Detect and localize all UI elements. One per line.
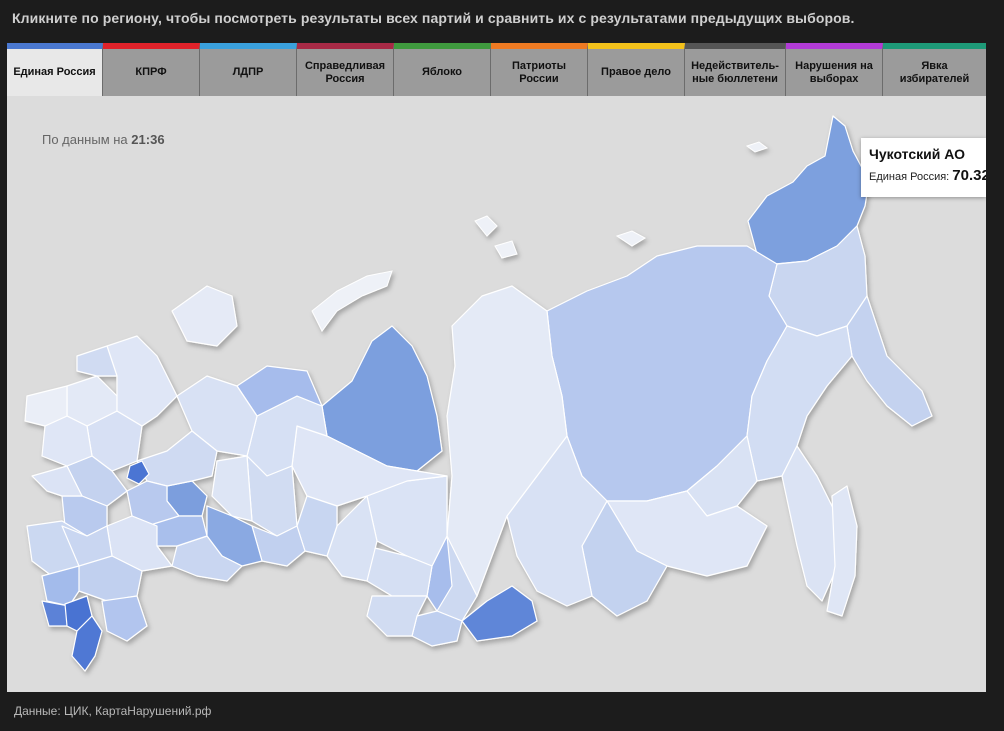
- data-timestamp: По данным на 21:36: [42, 132, 165, 147]
- island-novosibirsk[interactable]: [615, 230, 647, 247]
- tab-label: Явка избирателей: [899, 59, 970, 85]
- tab-label: Справедливая Россия: [304, 59, 386, 85]
- tab-party-4[interactable]: Яблоко: [394, 43, 491, 96]
- tab-party-5[interactable]: Патриоты России: [491, 43, 588, 96]
- tab-party-3[interactable]: Справедливая Россия: [297, 43, 394, 96]
- page-headline: Кликните по региону, чтобы посмотреть ре…: [12, 10, 855, 26]
- tab-label: Патриоты России: [511, 59, 567, 85]
- tab-label: Правое дело: [601, 66, 671, 78]
- island-franz-josef[interactable]: [494, 240, 518, 259]
- tab-label: Яблоко: [421, 66, 463, 78]
- region-tooltip: Чукотский АО Единая Россия: 70.32%: [861, 138, 986, 197]
- tooltip-party: Единая Россия:: [869, 171, 950, 183]
- tooltip-result-line: Единая Россия: 70.32%: [869, 167, 986, 184]
- map-panel: По данным на 21:36 Чукотский АО Единая Р…: [7, 96, 986, 692]
- region-kamchatka[interactable]: [846, 295, 933, 427]
- island-novaya-zemlya[interactable]: [311, 270, 393, 332]
- tab-label: Единая Россия: [13, 66, 96, 78]
- timestamp-time: 21:36: [131, 132, 165, 147]
- tab-party-6[interactable]: Правое дело: [588, 43, 685, 96]
- island-wrangel[interactable]: [745, 141, 769, 153]
- tab-party-0[interactable]: Единая Россия: [7, 43, 103, 96]
- island-severnaya-zemlya[interactable]: [474, 215, 498, 237]
- tab-party-8[interactable]: Нарушения на выборах: [786, 43, 883, 96]
- tab-label: Недействитель-ные бюллетени: [691, 59, 779, 85]
- tab-label: КПРФ: [135, 66, 167, 78]
- tooltip-value: 70.32%: [952, 167, 986, 184]
- tab-party-2[interactable]: ЛДПР: [200, 43, 297, 96]
- tab-party-9[interactable]: Явка избирателей: [883, 43, 986, 96]
- party-tabs: Единая Россия КПРФ ЛДПР Справедливая Россия…: [7, 43, 986, 96]
- region-astrakhan[interactable]: [101, 595, 148, 642]
- tab-party-1[interactable]: КПРФ: [103, 43, 200, 96]
- region-murmansk[interactable]: [171, 285, 238, 347]
- tab-party-7[interactable]: Недействитель-ные бюллетени: [685, 43, 786, 96]
- tab-label: Нарушения на выборах: [795, 59, 873, 85]
- data-source: Данные: ЦИК, КартаНарушений.рф: [14, 704, 212, 718]
- tab-label: ЛДПР: [232, 66, 264, 78]
- tooltip-region-name: Чукотский АО: [869, 146, 966, 162]
- russia-regions-map: [24, 115, 933, 672]
- timestamp-prefix: По данным на: [42, 132, 128, 147]
